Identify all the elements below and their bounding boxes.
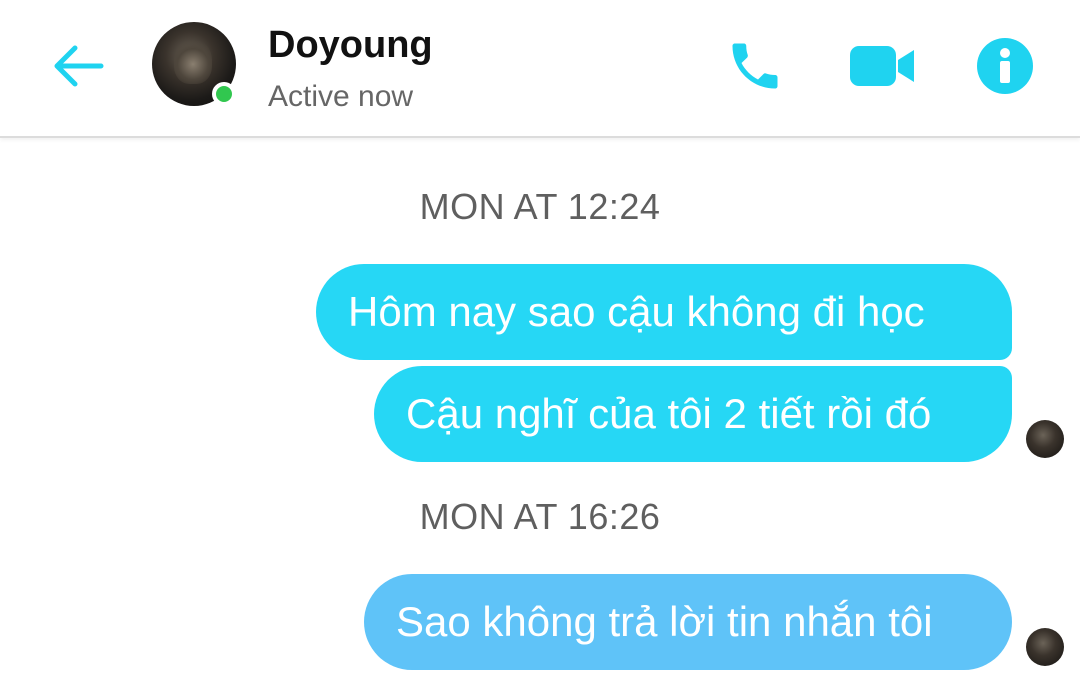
seen-indicator-avatar — [1026, 420, 1064, 458]
video-camera-icon — [850, 46, 914, 86]
message-bubble[interactable]: Cậu nghĩ của tôi 2 tiết rồi đó — [374, 366, 1012, 462]
info-icon — [977, 38, 1033, 94]
back-button[interactable] — [46, 36, 110, 96]
video-call-button[interactable] — [846, 36, 918, 96]
chat-header: Doyoung Active now — [0, 0, 1080, 138]
message-timestamp: MON AT 12:24 — [419, 186, 661, 227]
contact-name[interactable]: Doyoung — [268, 24, 433, 67]
contact-avatar[interactable] — [152, 22, 236, 106]
contact-status: Active now — [268, 80, 414, 113]
info-button[interactable] — [974, 36, 1036, 96]
voice-call-button[interactable] — [722, 36, 788, 96]
phone-icon — [732, 43, 778, 89]
online-status-dot — [212, 82, 236, 106]
seen-indicator-avatar — [1026, 628, 1064, 666]
message-bubble[interactable]: Sao không trả lời tin nhắn tôi — [364, 574, 1012, 670]
message-bubble[interactable]: Hôm nay sao cậu không đi học — [316, 264, 1012, 360]
back-arrow-icon — [54, 45, 104, 87]
message-timestamp: MON AT 16:26 — [419, 496, 661, 537]
chat-screen: Doyoung Active now MON AT 12:24 Hôm nay … — [0, 0, 1080, 688]
